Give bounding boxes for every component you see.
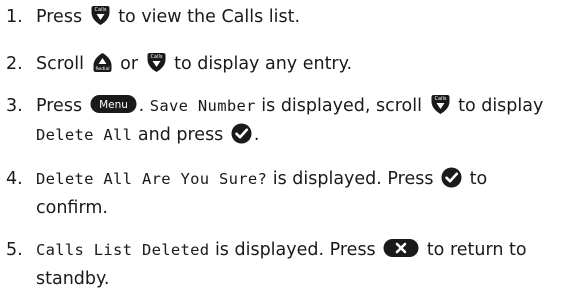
step-text-segment: Press bbox=[36, 7, 88, 27]
step-text-segment: is displayed. Press bbox=[267, 169, 440, 189]
step-text-segment: is displayed, scroll bbox=[255, 96, 428, 116]
step-number: 5. bbox=[6, 240, 23, 260]
step-4: 4. Delete All Are You Sure? is displayed… bbox=[6, 165, 556, 223]
svg-text:Calls: Calls bbox=[434, 96, 446, 102]
step-number: 4. bbox=[6, 169, 23, 189]
step-5: 5. Calls List Deleted is displayed. Pres… bbox=[6, 236, 556, 294]
step-text: Press Menu. Save Number is displayed, sc… bbox=[36, 92, 556, 150]
lcd-display-text: Delete All bbox=[36, 126, 133, 144]
ok-key-icon bbox=[231, 123, 252, 144]
ok-key-icon bbox=[441, 167, 462, 188]
step-text: Press Calls to view the Calls list. bbox=[36, 3, 556, 32]
step-text-segment: Press bbox=[36, 96, 88, 116]
step-number: 1. bbox=[6, 7, 23, 27]
step-number: 3. bbox=[6, 96, 23, 116]
menu-key-icon: Menu bbox=[90, 94, 137, 114]
step-text: Calls List Deleted is displayed. Press t… bbox=[36, 236, 556, 294]
step-text-segment: or bbox=[114, 54, 144, 74]
lcd-display-text: Calls List Deleted bbox=[36, 241, 210, 259]
step-text-segment: is displayed. Press bbox=[209, 240, 382, 260]
calls-down-key-icon: Calls bbox=[146, 52, 167, 73]
lcd-display-text: Delete All Are You Sure? bbox=[36, 170, 268, 188]
svg-text:Calls: Calls bbox=[94, 7, 106, 13]
step-text-segment: to display any entry. bbox=[168, 54, 353, 74]
step-2: 2. Scroll Redial or Calls to display any… bbox=[6, 50, 556, 79]
lcd-display-text: Save Number bbox=[149, 97, 256, 115]
step-text-segment: Scroll bbox=[36, 54, 90, 74]
step-number: 2. bbox=[6, 54, 23, 74]
step-text-segment: . bbox=[253, 125, 260, 145]
step-text-segment: to view the Calls list. bbox=[112, 7, 301, 27]
step-1: 1. Press Calls to view the Calls list. bbox=[6, 3, 556, 32]
step-text-segment: and press bbox=[132, 125, 229, 145]
step-text-segment: to display bbox=[452, 96, 544, 116]
step-text: Delete All Are You Sure? is displayed. P… bbox=[36, 165, 556, 223]
calls-down-key-icon: Calls bbox=[90, 5, 111, 26]
step-text-segment: . bbox=[138, 96, 150, 116]
step-3: 3. Press Menu. Save Number is displayed,… bbox=[6, 92, 556, 150]
svg-text:Calls: Calls bbox=[150, 54, 162, 60]
redial-up-key-icon: Redial bbox=[92, 52, 113, 73]
calls-down-key-icon: Calls bbox=[430, 94, 451, 115]
end-key-icon bbox=[383, 238, 419, 258]
svg-text:Menu: Menu bbox=[99, 99, 128, 111]
step-text: Scroll Redial or Calls to display any en… bbox=[36, 50, 556, 79]
svg-text:Redial: Redial bbox=[95, 65, 109, 71]
